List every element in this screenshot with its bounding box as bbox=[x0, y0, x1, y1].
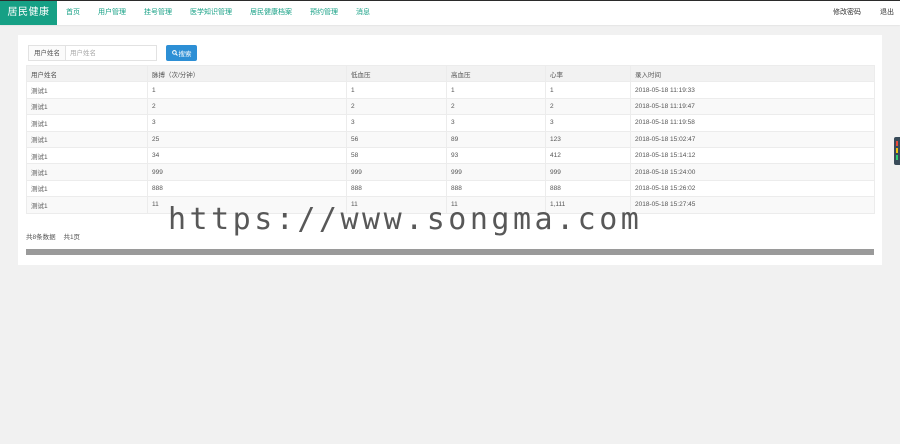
search-icon bbox=[171, 50, 178, 56]
cell-entry-time: 2018-05-18 15:02:47 bbox=[630, 130, 875, 148]
nav-item-health-records[interactable]: 居民健康档案 bbox=[241, 1, 301, 25]
cell-low-bp: 2 bbox=[346, 97, 447, 116]
pagination-info: 共8条数据 共1页 bbox=[26, 231, 86, 241]
cell-entry-time: 2018-05-18 11:19:33 bbox=[630, 81, 875, 99]
column-header-username[interactable]: 用户姓名 bbox=[26, 64, 148, 83]
cell-heart-rate: 2 bbox=[545, 97, 631, 116]
cell-username: 测试1 bbox=[26, 196, 148, 214]
search-input[interactable] bbox=[65, 45, 157, 61]
nav-item-medical-knowledge[interactable]: 医学知识管理 bbox=[181, 1, 241, 25]
cell-pulse: 3 bbox=[147, 114, 347, 132]
nav-item-registration[interactable]: 挂号管理 bbox=[135, 1, 181, 25]
table-row[interactable]: 测试1 34 58 93 412 2018-05-18 15:14:12 bbox=[26, 146, 875, 165]
table-row[interactable]: 测试1 25 56 89 123 2018-05-18 15:02:47 bbox=[26, 130, 875, 148]
cell-low-bp: 56 bbox=[346, 130, 447, 148]
cell-low-bp: 888 bbox=[346, 179, 447, 198]
nav-item-appointments[interactable]: 预约管理 bbox=[301, 1, 347, 25]
table-row[interactable]: 测试1 999 999 999 999 2018-05-18 15:24:00 bbox=[26, 163, 875, 181]
cell-username: 测试1 bbox=[26, 97, 148, 116]
top-navbar: 居民健康 首页 用户管理 挂号管理 医学知识管理 居民健康档案 预约管理 消息 … bbox=[0, 0, 900, 25]
cell-high-bp: 3 bbox=[446, 114, 546, 132]
cell-high-bp: 89 bbox=[446, 130, 546, 148]
cell-entry-time: 2018-05-18 11:19:47 bbox=[630, 97, 875, 116]
cell-pulse: 34 bbox=[147, 146, 347, 165]
cell-low-bp: 3 bbox=[346, 114, 447, 132]
nav-item-home[interactable]: 首页 bbox=[57, 1, 89, 25]
horizontal-scrollbar[interactable] bbox=[26, 249, 874, 255]
cell-username: 测试1 bbox=[26, 146, 148, 165]
cell-pulse: 999 bbox=[147, 163, 347, 181]
cell-pulse: 888 bbox=[147, 179, 347, 198]
logout-link[interactable]: 退出 bbox=[880, 1, 894, 25]
cell-high-bp: 93 bbox=[446, 146, 546, 165]
cell-pulse: 25 bbox=[147, 130, 347, 148]
cell-low-bp: 1 bbox=[346, 81, 447, 99]
search-button-label: 搜索 bbox=[178, 51, 192, 58]
cell-username: 测试1 bbox=[26, 81, 148, 99]
side-widget-icon bbox=[896, 141, 898, 146]
search-button[interactable]: 搜索 bbox=[166, 45, 197, 61]
total-pages: 共1页 bbox=[63, 234, 81, 241]
app-logo[interactable]: 居民健康 bbox=[0, 1, 57, 25]
column-header-heart-rate[interactable]: 心率 bbox=[545, 64, 631, 83]
cell-high-bp: 2 bbox=[446, 97, 546, 116]
cell-heart-rate: 123 bbox=[545, 130, 631, 148]
cell-heart-rate: 412 bbox=[545, 146, 631, 165]
cell-heart-rate: 3 bbox=[545, 114, 631, 132]
watermark-text: https://www.songma.com bbox=[168, 202, 643, 237]
column-header-entry-time[interactable]: 录入时间 bbox=[630, 64, 875, 83]
column-header-pulse[interactable]: 脉搏（次/分钟） bbox=[147, 64, 347, 83]
cell-high-bp: 1 bbox=[446, 81, 546, 99]
cell-pulse: 1 bbox=[147, 81, 347, 99]
table-row[interactable]: 测试1 3 3 3 3 2018-05-18 11:19:58 bbox=[26, 114, 875, 132]
cell-heart-rate: 999 bbox=[545, 163, 631, 181]
cell-username: 测试1 bbox=[26, 163, 148, 181]
side-widget-tab[interactable] bbox=[894, 137, 900, 165]
cell-entry-time: 2018-05-18 15:24:00 bbox=[630, 163, 875, 181]
main-nav: 首页 用户管理 挂号管理 医学知识管理 居民健康档案 预约管理 消息 bbox=[57, 1, 379, 25]
cell-username: 测试1 bbox=[26, 179, 148, 198]
cell-username: 测试1 bbox=[26, 114, 148, 132]
table-header-row: 用户姓名 脉搏（次/分钟） 低血压 高血压 心率 录入时间 bbox=[26, 64, 875, 83]
cell-heart-rate: 888 bbox=[545, 179, 631, 198]
cell-pulse: 2 bbox=[147, 97, 347, 116]
total-records: 共8条数据 bbox=[26, 234, 56, 241]
side-widget-icon bbox=[896, 148, 898, 153]
column-header-low-bp[interactable]: 低血压 bbox=[346, 64, 447, 83]
search-form: 用户姓名 bbox=[28, 45, 157, 61]
cell-entry-time: 2018-05-18 15:26:02 bbox=[630, 179, 875, 198]
table-row[interactable]: 测试1 1 1 1 1 2018-05-18 11:19:33 bbox=[26, 81, 875, 99]
cell-heart-rate: 1 bbox=[545, 81, 631, 99]
table-row[interactable]: 测试1 888 888 888 888 2018-05-18 15:26:02 bbox=[26, 179, 875, 198]
change-password-link[interactable]: 修改密码 bbox=[833, 1, 861, 25]
search-label: 用户姓名 bbox=[28, 45, 65, 61]
cell-entry-time: 2018-05-18 11:19:58 bbox=[630, 114, 875, 132]
side-widget-icon bbox=[896, 155, 898, 160]
cell-username: 测试1 bbox=[26, 130, 148, 148]
cell-low-bp: 999 bbox=[346, 163, 447, 181]
cell-high-bp: 999 bbox=[446, 163, 546, 181]
cell-low-bp: 58 bbox=[346, 146, 447, 165]
column-header-high-bp[interactable]: 高血压 bbox=[446, 64, 546, 83]
health-data-table: 用户姓名 脉搏（次/分钟） 低血压 高血压 心率 录入时间 测试1 1 1 1 … bbox=[26, 64, 875, 214]
table-row[interactable]: 测试1 2 2 2 2 2018-05-18 11:19:47 bbox=[26, 97, 875, 116]
nav-item-messages[interactable]: 消息 bbox=[347, 1, 379, 25]
nav-item-users[interactable]: 用户管理 bbox=[89, 1, 135, 25]
cell-high-bp: 888 bbox=[446, 179, 546, 198]
cell-entry-time: 2018-05-18 15:14:12 bbox=[630, 146, 875, 165]
cell-entry-time: 2018-05-18 15:27:45 bbox=[630, 196, 875, 214]
